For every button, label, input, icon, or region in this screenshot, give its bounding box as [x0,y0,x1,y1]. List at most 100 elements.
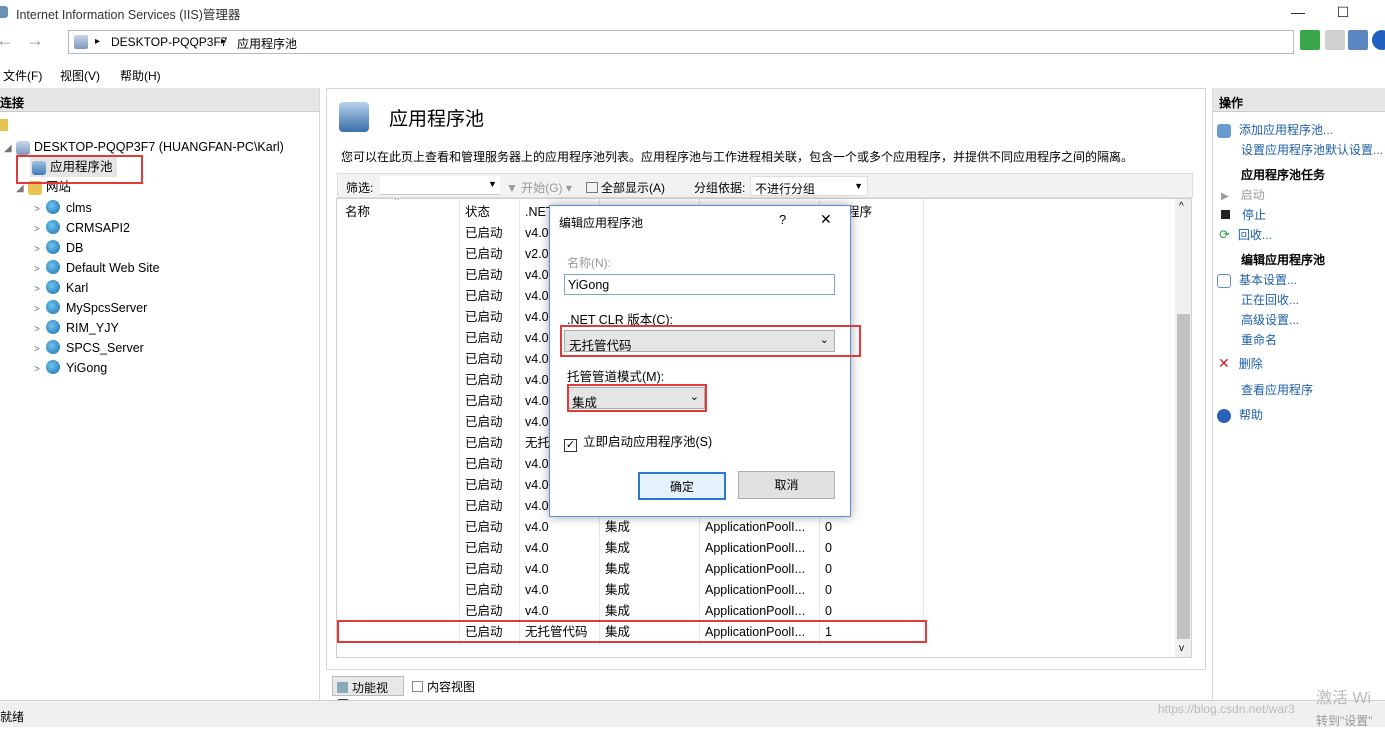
home-icon[interactable] [1348,30,1368,50]
tree-site-default-web-site[interactable]: > Default Web Site [34,258,160,278]
forward-arrow-icon[interactable]: → [24,30,46,52]
connect-icon[interactable] [0,119,8,131]
tree-site-rim-yjy[interactable]: > RIM_YJY [34,318,119,338]
row-clr: v4.0 [525,541,549,555]
refresh-icon[interactable] [1300,30,1320,50]
row-clr: v4.0 [525,520,549,534]
row-apps: 0 [825,562,832,576]
cancel-button[interactable]: 取消 [738,471,835,499]
delete-link[interactable]: ✕ 删除 [1218,355,1263,372]
show-all-button[interactable]: 全部显示(A) [586,179,665,196]
tree-site-spcs-server[interactable]: > SPCS_Server [34,338,144,358]
maximize-button[interactable]: ☐ [1320,0,1366,26]
rename-link[interactable]: 重命名 [1241,331,1277,348]
tree-server[interactable]: ◢ DESKTOP-PQQP3F7 (HUANGFAN-PC\Karl) [4,137,284,157]
view-apps-link[interactable]: 查看应用程序 [1241,381,1313,398]
tree-site-clms[interactable]: > clms [34,198,92,218]
row-clr: v4.0 [525,457,549,471]
breadcrumb-host[interactable]: DESKTOP-PQQP3F7 [111,35,227,49]
chevron-right-icon: > [34,324,40,335]
minimize-button[interactable]: — [1275,0,1321,26]
tree-site-yigong[interactable]: > YiGong [34,358,107,378]
dialog-close-button[interactable]: ✕ [820,211,832,228]
connections-pane: 连接 ◢ DESKTOP-PQQP3F7 (HUANGFAN-PC\Karl) 应… [0,88,320,700]
actions-header: 操作 [1213,88,1385,112]
group-by-label: 分组依据: [694,181,746,195]
tree-site-karl[interactable]: > Karl [34,278,88,298]
col-status[interactable]: 状态 [465,202,490,223]
features-icon [337,682,348,693]
scroll-down-icon[interactable]: v [1179,643,1184,654]
row-status: 已启动 [465,520,503,534]
page-description: 您可以在此页上查看和管理服务器上的应用程序池列表。应用程序池与工作进程相关联，包… [341,150,1134,164]
add-pool-link[interactable]: 添加应用程序池... [1217,121,1333,138]
table-row[interactable]: tfsspcs已启动v4.0集成ApplicationPoolI...0 [337,601,1177,622]
autostart-checkbox[interactable]: ✓ 立即启动应用程序池(S) [564,431,712,452]
tree-site-crmsapi2[interactable]: > CRMSAPI2 [34,218,130,238]
scroll-up-icon[interactable]: ^ [1179,201,1184,212]
scroll-thumb[interactable] [1177,314,1190,639]
breadcrumb-sep-2: ▸ [221,36,227,47]
row-clr: v4.0 [525,415,549,429]
row-mode: 集成 [605,562,631,576]
title-bar: Internet Information Services (IIS)管理器 —… [0,0,1385,26]
tab-features-view[interactable]: 功能视图 [332,676,404,712]
help-link[interactable]: 帮助 [1217,406,1263,423]
row-apps: 0 [825,583,832,597]
globe-icon [46,200,60,214]
row-clr: v4.0 [525,394,549,408]
start-action[interactable]: ▶ 启动 [1221,186,1265,203]
chevron-right-icon: > [34,344,40,355]
watermark-url: https://blog.csdn.net/war3 [1158,702,1295,716]
col-name[interactable]: 名称 [345,202,370,223]
menu-help[interactable]: 帮助(H) [120,67,161,84]
tree-site-db[interactable]: > DB [34,238,83,258]
server-icon [16,140,30,155]
start-filter-button[interactable]: ▼ 开始(G) ▾ [506,179,572,196]
tree-site-myspcsserver[interactable]: > MySpcsServer [34,298,147,318]
stop-icon[interactable] [1325,30,1345,50]
help-icon[interactable] [1372,30,1385,50]
chevron-right-icon: > [34,284,40,295]
filter-dropdown-icon[interactable]: ▼ [488,179,497,189]
recycle-action[interactable]: ⟳ 回收... [1219,226,1272,243]
scrollbar[interactable]: ^ v [1175,199,1191,657]
row-mode: 集成 [605,520,631,534]
tab-content-view[interactable]: 内容视图 [410,678,477,695]
sites-list: > clms > CRMSAPI2 > DB > Default Web Site > Karl >… [0,198,318,388]
row-apps: 0 [825,541,832,555]
filter-input[interactable] [380,176,500,195]
row-status: 已启动 [465,352,503,366]
row-identity: ApplicationPoolI... [705,583,806,597]
menu-file[interactable]: 文件(F) [3,67,42,84]
breadcrumb[interactable]: ▸ DESKTOP-PQQP3F7 ▸ 应用程序池 [68,30,1294,54]
row-clr: v4.0 [525,373,549,387]
table-row[interactable]: test已启动v4.0集成ApplicationPoolI...0 [337,580,1177,601]
chevron-right-icon: > [34,264,40,275]
pool-defaults-link[interactable]: 设置应用程序池默认设置... [1241,141,1383,158]
name-field[interactable]: YiGong [564,274,835,295]
stop-square-icon [1221,210,1230,219]
table-row[interactable]: spmm已启动v4.0集成ApplicationPoolI...0 [337,559,1177,580]
column-divider [459,199,460,645]
table-row[interactable]: spcsyl已启动v4.0集成ApplicationPoolI...0 [337,538,1177,559]
row-status: 已启动 [465,457,503,471]
dialog-help-button[interactable]: ? [779,212,786,227]
table-row[interactable]: spcs4hn已启动v4.0集成ApplicationPoolI...0 [337,517,1177,538]
advanced-settings-link[interactable]: 高级设置... [1241,311,1299,328]
server-icon [74,35,88,49]
row-status: 已启动 [465,268,503,282]
column-divider [923,199,924,645]
row-status: 已启动 [465,499,503,513]
stop-action[interactable]: 停止 [1221,206,1266,223]
ok-button[interactable]: 确定 [638,472,726,500]
help-circle-icon [1217,408,1231,423]
group-by-select[interactable]: 不进行分组 ▼ [750,176,868,196]
back-arrow-icon[interactable]: ← [0,30,16,52]
menu-view[interactable]: 视图(V) [60,67,100,84]
row-status: 已启动 [465,394,503,408]
breadcrumb-page[interactable]: 应用程序池 [237,35,297,52]
recycling-link[interactable]: 正在回收... [1241,291,1299,308]
highlight-app-pools [16,155,143,184]
basic-settings-link[interactable]: 基本设置... [1217,271,1297,288]
